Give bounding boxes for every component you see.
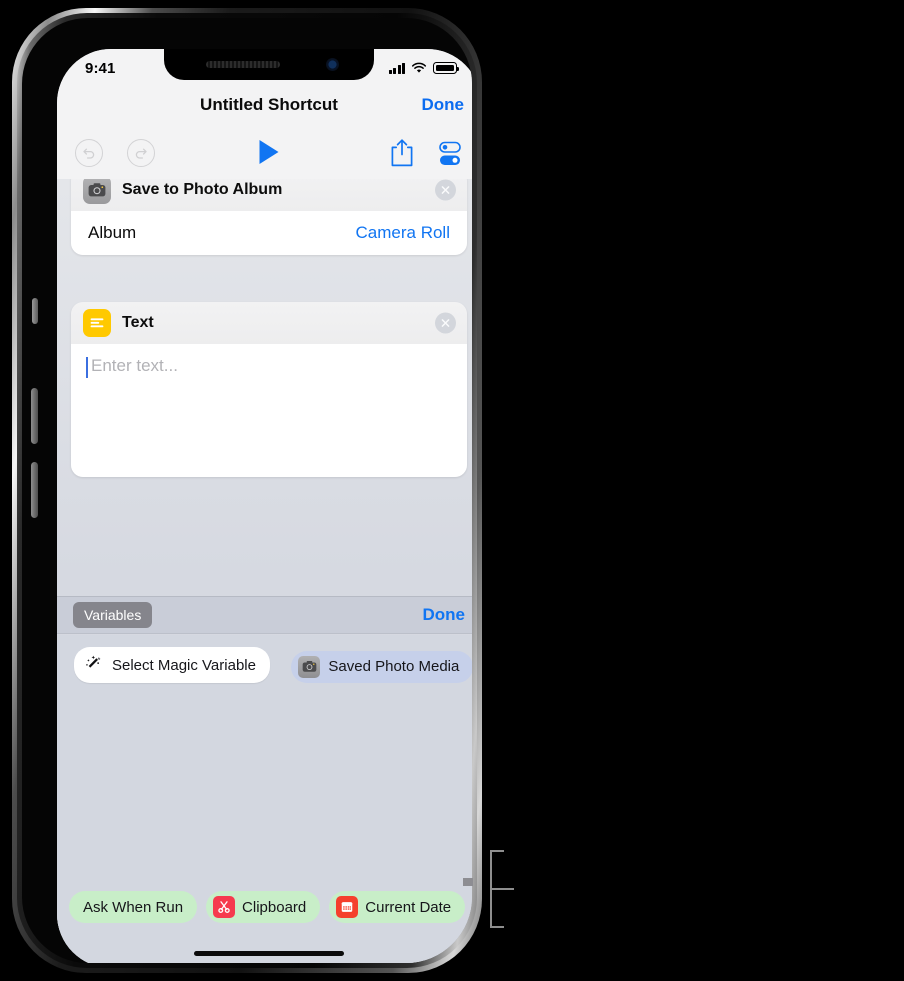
silent-switch[interactable] [32, 298, 38, 324]
undo-icon[interactable] [75, 139, 103, 167]
action-card-save-to-photo-album[interactable]: Save to Photo Album Album Camera Roll [71, 169, 467, 255]
parameter-value[interactable]: Camera Roll [356, 223, 450, 243]
volume-up-button[interactable] [31, 388, 38, 444]
battery-icon [433, 62, 460, 74]
variable-chip-label: Ask When Run [83, 898, 184, 916]
parameter-label: Album [88, 223, 137, 242]
card-header[interactable]: Text [71, 302, 467, 344]
callout-tick [492, 888, 514, 890]
card-title: Save to Photo Album [122, 181, 283, 198]
nav-bar: Untitled Shortcut Done [57, 83, 472, 127]
select-magic-variable-button[interactable]: Select Magic Variable [74, 647, 270, 683]
share-icon[interactable] [389, 138, 415, 168]
phone-screen: 9:41 Untitled Shortcut Done Save to Phot… [57, 49, 472, 963]
callout-bottom-arm [490, 926, 504, 928]
home-indicator[interactable] [194, 951, 344, 956]
variable-chip-clipboard[interactable]: Clipboard [206, 891, 321, 923]
variable-chip-ask-when-run[interactable]: Ask When Run [69, 891, 198, 923]
callout-top-arm [490, 850, 504, 852]
magic-variable-label: Select Magic Variable [112, 656, 256, 674]
close-circle-icon[interactable] [435, 179, 456, 201]
variables-button[interactable]: Variables [73, 602, 153, 628]
nav-done-button[interactable]: Done [422, 95, 465, 115]
notch [164, 49, 374, 80]
iphone-body: 9:41 Untitled Shortcut Done Save to Phot… [22, 18, 472, 963]
variable-chip-label: Saved Photo Media [328, 658, 460, 675]
volume-down-button[interactable] [31, 462, 38, 518]
scissors-icon [213, 896, 236, 918]
text-caret [86, 357, 88, 378]
variable-chip-saved-photo-media[interactable]: Saved Photo Media [291, 650, 472, 683]
earpiece-speaker [206, 61, 280, 68]
status-time: 9:41 [85, 59, 116, 77]
editor-toolbar [57, 127, 472, 179]
variable-chip-label: Current Date [365, 898, 452, 916]
screenshot-stage: 9:41 Untitled Shortcut Done Save to Phot… [0, 0, 904, 981]
calendar-icon [336, 896, 359, 918]
magic-wand-icon [84, 653, 104, 677]
shortcut-editor-content: Save to Photo Album Album Camera Roll Te… [57, 169, 472, 963]
status-indicators [388, 62, 460, 74]
cellular-signal-icon [388, 62, 405, 74]
variable-chip-current-date[interactable]: Current Date [329, 891, 466, 923]
text-placeholder: Enter text... [91, 356, 178, 375]
text-lines-icon [83, 309, 111, 337]
redo-icon[interactable] [127, 139, 155, 167]
callout-bracket [490, 850, 526, 928]
wifi-icon [411, 62, 427, 73]
front-camera-icon [326, 58, 339, 71]
text-input-area[interactable]: Enter text... [71, 344, 467, 477]
parameter-row-album[interactable]: Album Camera Roll [71, 211, 467, 255]
card-title: Text [122, 314, 154, 331]
callout-anchor [463, 878, 473, 886]
variable-chip-label: Clipboard [242, 898, 307, 916]
close-circle-icon[interactable] [435, 312, 456, 334]
camera-icon [298, 655, 321, 678]
page-title: Untitled Shortcut [200, 95, 338, 114]
camera-icon [83, 176, 111, 204]
variable-suggestions-bar[interactable]: Ask When Run Clipboard Current Date [57, 890, 472, 924]
action-card-text[interactable]: Text Enter text... [71, 302, 467, 477]
play-icon[interactable] [259, 140, 279, 164]
variables-done-button[interactable]: Done [423, 605, 466, 625]
settings-toggles-icon[interactable] [433, 141, 463, 167]
variables-accessory-bar: Variables Done [57, 596, 472, 634]
